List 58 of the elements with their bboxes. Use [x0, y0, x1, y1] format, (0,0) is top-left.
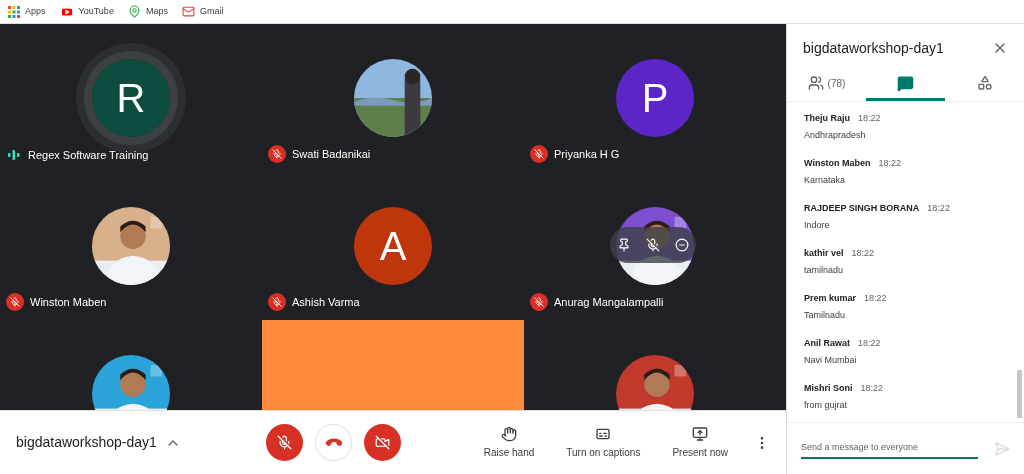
message-text: from gujrat	[804, 398, 848, 412]
sender-name: RAJDEEP SINGH BORANA	[804, 202, 920, 215]
sender-name: Winston Maben	[804, 157, 871, 170]
message-text: Tamilnadu	[804, 308, 847, 322]
mail-icon	[181, 5, 195, 18]
participant-name: Ashish Varma	[292, 294, 360, 310]
avatar: A	[354, 207, 432, 285]
hang-up-button[interactable]	[315, 424, 352, 461]
bookmark-link[interactable]: Maps	[127, 4, 168, 19]
avatar: P	[616, 59, 694, 137]
message-input[interactable]: Send a message to everyone	[801, 437, 978, 460]
toolbar-action[interactable]: Present now	[666, 425, 734, 460]
panel-title: bigdataworkshop-day1	[803, 38, 944, 58]
sender-name: kathir vel	[804, 247, 844, 260]
mic-off-icon[interactable]	[646, 238, 660, 252]
hand-icon	[501, 425, 517, 442]
message-text: Andhrapradesh	[804, 128, 867, 142]
sender-name: Anil Rawat	[804, 337, 850, 350]
participant-name: Priyanka H G	[554, 146, 620, 162]
message-time: 18:22	[927, 202, 950, 215]
bookmark-link[interactable]: Gmail	[181, 4, 224, 19]
message-text: Karnataka	[804, 173, 847, 187]
meeting-title: bigdataworkshop-day1	[16, 433, 157, 452]
sender-name: Mishri Soni	[804, 382, 853, 395]
sender-name: Prem kumar	[804, 292, 857, 305]
pin-icon[interactable]	[617, 238, 632, 252]
message-time: 18:22	[858, 112, 881, 125]
participant-name: Swati Badanikai	[292, 146, 371, 162]
bookmark-link[interactable]: Apps	[8, 4, 46, 19]
message-text: Navi Mumbai	[804, 353, 858, 367]
camera-off-icon	[375, 435, 390, 450]
present-icon	[692, 425, 709, 442]
message-text: tamilnadu	[804, 263, 845, 277]
participant-name: Winston Maben	[30, 294, 107, 310]
map-pin-icon	[127, 5, 141, 18]
message-text: Indore	[804, 218, 831, 232]
participant-name: Regex Software Training	[28, 147, 149, 163]
remove-icon[interactable]	[674, 238, 689, 252]
bookmark-link[interactable]: YouTube	[59, 4, 114, 19]
chat-icon	[897, 74, 914, 92]
participant-name: Anurag Mangalampalli	[554, 294, 664, 310]
message-time: 18:22	[858, 337, 881, 350]
toolbar-action[interactable]: Turn on captions	[560, 425, 647, 460]
camera-button[interactable]	[364, 424, 401, 461]
avatar: R	[92, 59, 170, 137]
shapes-icon	[976, 75, 993, 91]
message-time: 18:22	[864, 292, 887, 305]
scrollbar[interactable]	[1017, 370, 1022, 418]
message-time: 18:22	[851, 247, 875, 260]
apps-grid-icon	[8, 5, 20, 18]
message-time: 18:22	[860, 382, 884, 395]
mic-off-icon	[277, 435, 292, 450]
message-time: 18:22	[878, 157, 901, 170]
mic-button[interactable]	[266, 424, 303, 461]
toolbar-action[interactable]: Raise hand	[477, 425, 541, 460]
people-icon	[807, 75, 824, 91]
sender-name: Theju Raju	[804, 112, 850, 125]
panel-tab[interactable]: (78)	[787, 68, 866, 101]
